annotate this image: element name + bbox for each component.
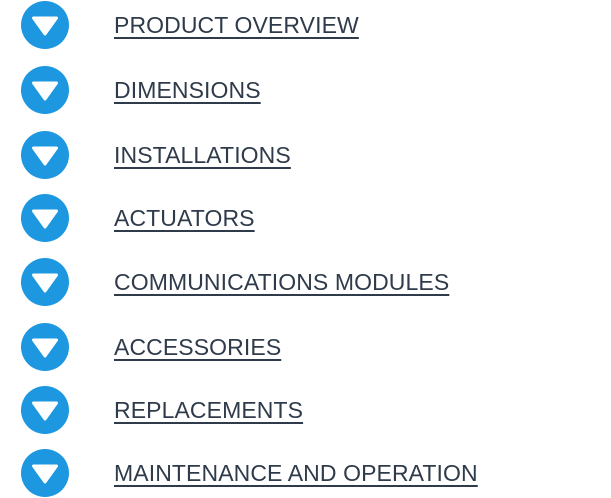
accordion-item-replacements[interactable]: REPLACEMENTS bbox=[20, 385, 600, 435]
accordion-label[interactable]: DIMENSIONS bbox=[114, 75, 261, 105]
chevron-down-circle-icon[interactable] bbox=[20, 257, 70, 307]
accordion-label[interactable]: ACCESSORIES bbox=[114, 332, 281, 362]
accordion-item-communications-modules[interactable]: COMMUNICATIONS MODULES bbox=[20, 257, 600, 307]
accordion-label[interactable]: PRODUCT OVERVIEW bbox=[114, 10, 359, 40]
accordion-item-dimensions[interactable]: DIMENSIONS bbox=[20, 65, 600, 115]
accordion-item-accessories[interactable]: ACCESSORIES bbox=[20, 322, 600, 372]
accordion-label[interactable]: COMMUNICATIONS MODULES bbox=[114, 267, 449, 297]
chevron-down-circle-icon[interactable] bbox=[20, 0, 70, 50]
accordion-label[interactable]: INSTALLATIONS bbox=[114, 140, 291, 170]
chevron-down-circle-icon[interactable] bbox=[20, 385, 70, 435]
accordion-item-product-overview[interactable]: PRODUCT OVERVIEW bbox=[20, 0, 600, 50]
chevron-down-circle-icon[interactable] bbox=[20, 65, 70, 115]
accordion-item-actuators[interactable]: ACTUATORS bbox=[20, 193, 600, 243]
chevron-down-circle-icon[interactable] bbox=[20, 448, 70, 498]
accordion-item-maintenance-and-operation[interactable]: MAINTENANCE AND OPERATION bbox=[20, 448, 600, 498]
chevron-down-circle-icon[interactable] bbox=[20, 193, 70, 243]
chevron-down-circle-icon[interactable] bbox=[20, 130, 70, 180]
accordion-label[interactable]: REPLACEMENTS bbox=[114, 395, 303, 425]
accordion-item-installations[interactable]: INSTALLATIONS bbox=[20, 130, 600, 180]
accordion-label[interactable]: MAINTENANCE AND OPERATION bbox=[114, 458, 478, 488]
accordion-label[interactable]: ACTUATORS bbox=[114, 203, 255, 233]
chevron-down-circle-icon[interactable] bbox=[20, 322, 70, 372]
